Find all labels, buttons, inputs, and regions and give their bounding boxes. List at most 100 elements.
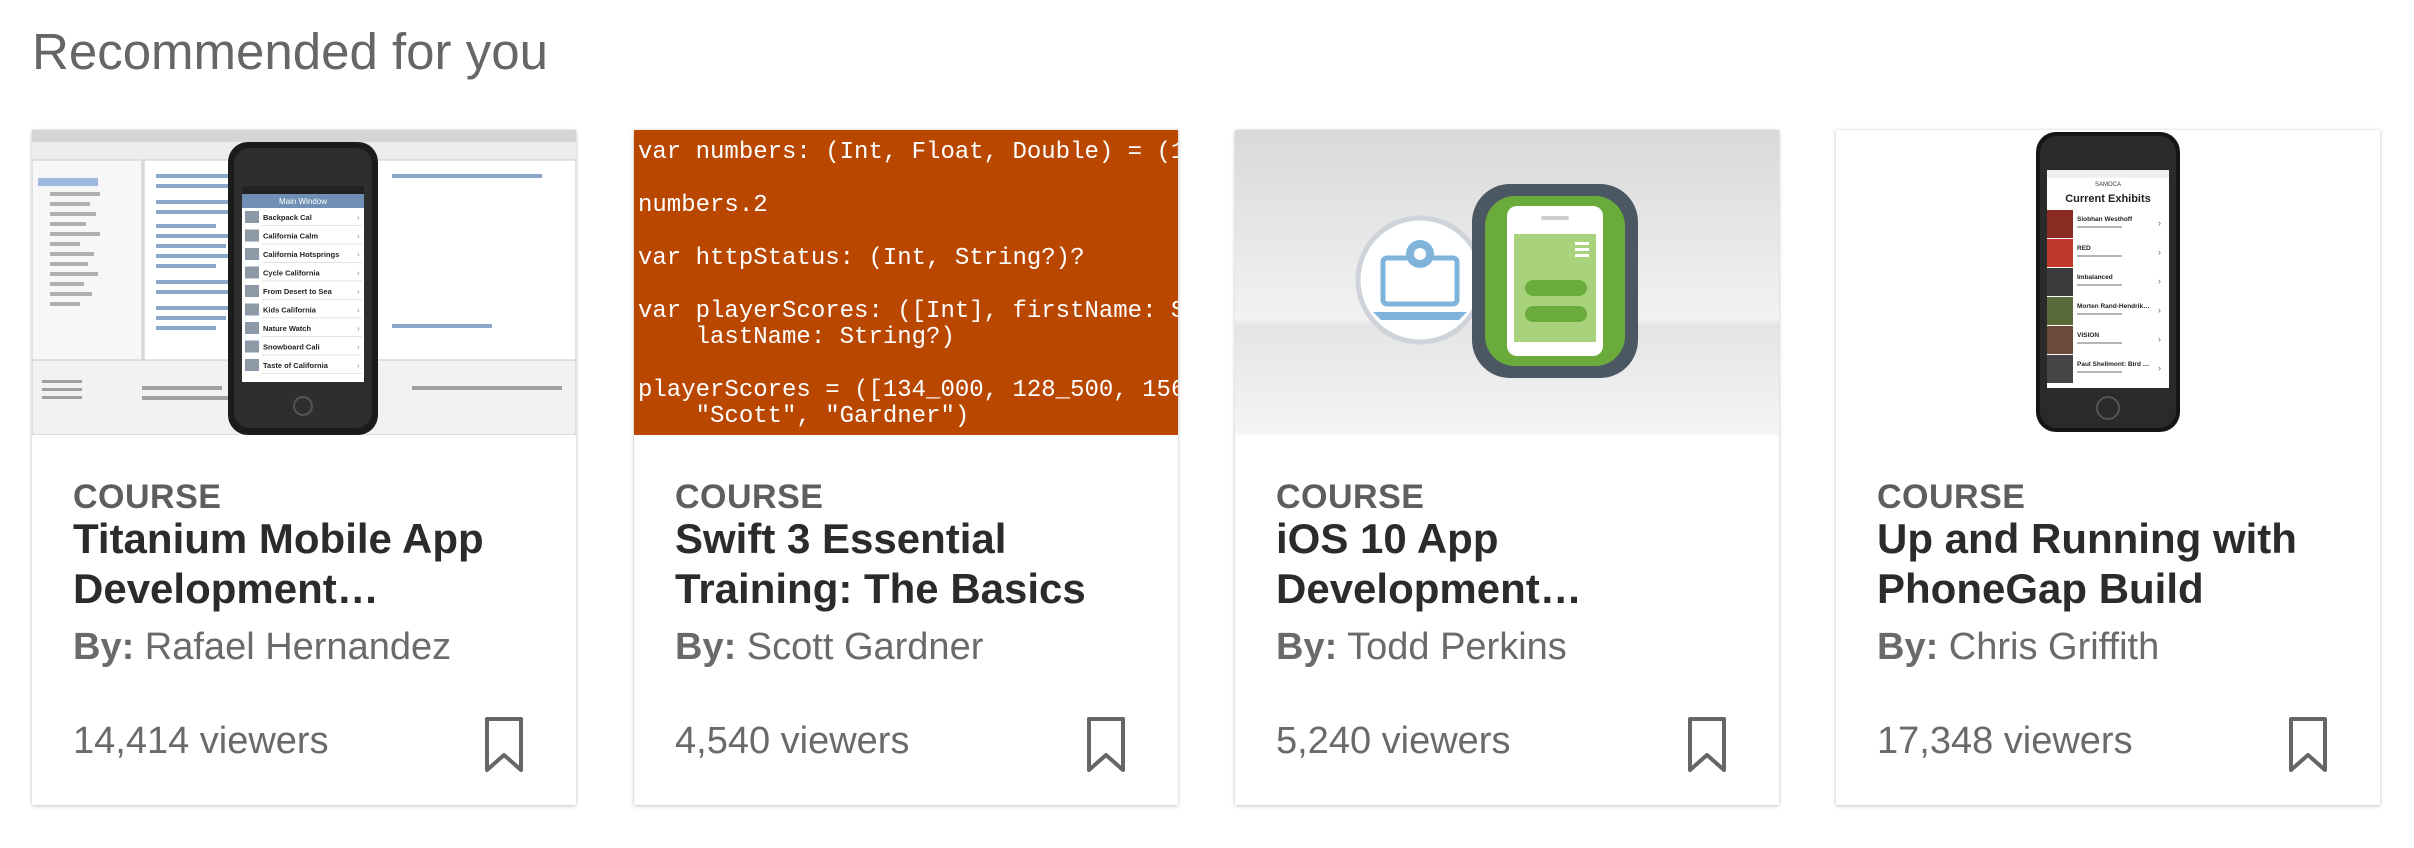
course-card[interactable]: Main Window Backpack Cal › California Calm… (32, 130, 576, 805)
course-title[interactable]: Titanium Mobile App Development… (73, 514, 543, 614)
code-line: "Scott", "Gardner") (638, 403, 969, 430)
course-title[interactable]: iOS 10 App Development… (1276, 514, 1746, 614)
course-title-line: PhoneGap Build (1877, 565, 2204, 612)
author-prefix: By: (1877, 626, 1939, 668)
course-card[interactable]: SAMOCA Current Exhibits Siobhan Westhoff… (1836, 130, 2380, 805)
thumb-list-icon (245, 340, 259, 353)
course-card[interactable]: COURSE iOS 10 App Development… By: Todd … (1235, 130, 1779, 805)
course-title-line: Development… (73, 565, 379, 612)
thumb-list-item: Taste of California (263, 361, 329, 370)
thumb-list-item: RED (2077, 245, 2091, 252)
chevron-right-icon: › (357, 213, 360, 222)
chevron-right-icon: › (357, 287, 360, 296)
course-author: By: Scott Gardner (675, 626, 983, 669)
thumb-list-divider (262, 354, 362, 356)
thumb-exhibit-image (2047, 268, 2073, 296)
course-thumbnail[interactable] (1235, 130, 1779, 435)
course-title-line: Swift 3 Essential (675, 515, 1007, 562)
author-name[interactable]: Todd Perkins (1347, 626, 1567, 668)
thumb-list-item: Kids California (263, 306, 317, 315)
code-line: lastName: String?) (638, 324, 955, 351)
course-title-line: Training: The Basics (675, 565, 1086, 612)
bookmark-icon[interactable] (484, 716, 524, 774)
course-title[interactable]: Up and Running with PhoneGap Build (1877, 514, 2347, 614)
thumb-list-subtext (2077, 371, 2122, 373)
thumb-list-item: California Calm (263, 232, 318, 241)
chevron-right-icon: › (2158, 218, 2161, 228)
thumb-list-icon (245, 211, 259, 223)
thumb-app-title: Current Exhibits (2065, 193, 2151, 205)
thumb-exhibit-image (2047, 355, 2073, 383)
thumb-list-subtext (2077, 313, 2122, 315)
course-author: By: Chris Griffith (1877, 626, 2159, 669)
thumb-list-item: Paul Shellmont: Bird … (2077, 361, 2149, 368)
chevron-right-icon: › (357, 361, 360, 370)
thumb-list-divider (262, 373, 362, 374)
course-thumbnail[interactable]: var numbers: (Int, Float, Double) = (1, … (634, 130, 1178, 435)
chevron-right-icon: › (357, 269, 360, 278)
author-name[interactable]: Chris Griffith (1949, 626, 2159, 668)
chevron-right-icon: › (2158, 276, 2161, 286)
thumb-list-item: Imbalanced (2077, 274, 2113, 281)
author-prefix: By: (73, 626, 135, 668)
course-thumbnail[interactable]: SAMOCA Current Exhibits Siobhan Westhoff… (1836, 130, 2380, 435)
thumb-list-icon (245, 359, 259, 371)
course-title-line: Development… (1276, 565, 1582, 612)
card-type: COURSE (675, 478, 824, 516)
course-title-line: Up and Running with (1877, 515, 2297, 562)
thumb-list-divider (262, 299, 362, 300)
thumb-list-item: Siobhan Westhoff (2077, 216, 2133, 223)
thumb-exhibit-image (2047, 239, 2073, 267)
thumb-list-subtext (2077, 255, 2122, 257)
bookmark-icon[interactable] (2288, 716, 2328, 774)
course-author: By: Rafael Hernandez (73, 626, 451, 669)
course-card[interactable]: var numbers: (Int, Float, Double) = (1, … (634, 130, 1178, 805)
code-line: var httpStatus: (Int, String?)? (638, 245, 1084, 272)
thumb-list-subtext (2077, 226, 2122, 228)
author-name[interactable]: Scott Gardner (747, 626, 984, 668)
author-prefix: By: (1276, 626, 1338, 668)
viewers-count: 14,414 viewers (73, 720, 329, 762)
chevron-right-icon: › (2158, 247, 2161, 257)
app-phone-icon (1472, 184, 1638, 378)
viewers-count: 5,240 viewers (1276, 720, 1511, 762)
course-thumbnail[interactable]: Main Window Backpack Cal › California Calm… (32, 130, 576, 435)
thumb-list-icon (245, 266, 259, 279)
thumb-list-divider (262, 243, 362, 245)
thumb-app-title: Main Window (279, 197, 327, 206)
thumb-list-icon (245, 285, 259, 297)
thumb-list-divider (262, 225, 362, 226)
thumb-list-item: California Hotsprings (263, 250, 339, 259)
bookmark-icon[interactable] (1086, 716, 1126, 774)
code-line: playerScores = ([134_000, 128_500, 156_ (638, 377, 1178, 404)
course-author: By: Todd Perkins (1276, 626, 1567, 669)
chevron-right-icon: › (2158, 305, 2161, 315)
card-type: COURSE (73, 478, 222, 516)
thumb-list-item: Cycle California (263, 269, 321, 278)
card-type: COURSE (1276, 478, 1425, 516)
thumb-list-icon (245, 229, 259, 242)
chevron-right-icon: › (357, 306, 360, 315)
thumb-list-item: Nature Watch (263, 324, 311, 333)
thumb-list-icon (245, 248, 259, 260)
thumb-list-item: VISION (2077, 332, 2099, 339)
laptop-gear-icon (1355, 215, 1485, 345)
thumb-list-subtext (2077, 284, 2122, 286)
thumb-list-subtext (2077, 342, 2122, 344)
thumb-list-item: Backpack Cal (263, 213, 312, 222)
thumb-list-divider (262, 336, 362, 337)
code-line: var playerScores: ([Int], firstName: St (638, 298, 1178, 325)
thumb-exhibit-image (2047, 210, 2073, 238)
bookmark-icon[interactable] (1687, 716, 1727, 774)
course-title[interactable]: Swift 3 Essential Training: The Basics (675, 514, 1145, 614)
chevron-right-icon: › (357, 343, 360, 352)
card-type: COURSE (1877, 478, 2026, 516)
author-prefix: By: (675, 626, 737, 668)
thumb-list-icon (245, 322, 259, 334)
thumb-list-divider (262, 317, 362, 319)
section-title: Recommended for you (32, 23, 548, 80)
thumb-list-divider (262, 280, 362, 282)
chevron-right-icon: › (2158, 334, 2161, 344)
author-name[interactable]: Rafael Hernandez (145, 626, 451, 668)
thumb-list-icon (245, 303, 259, 316)
